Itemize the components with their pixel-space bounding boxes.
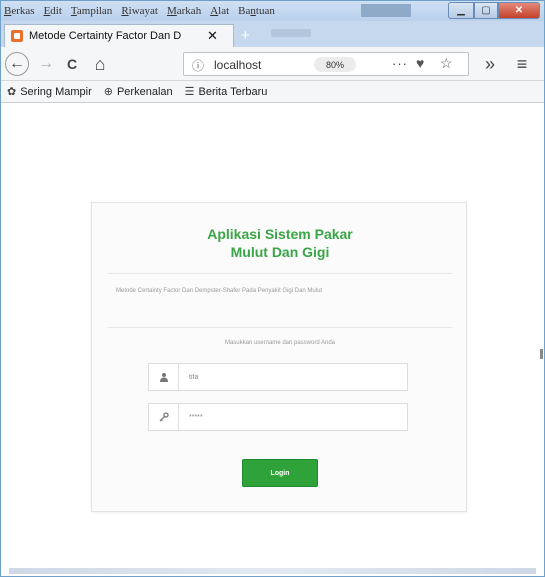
username-field[interactable]	[148, 363, 408, 391]
divider	[108, 327, 452, 328]
title-bar-blank	[361, 4, 411, 17]
app-description: Metode Certainty Factor Dan Dempster-Sha…	[116, 288, 323, 294]
tab-strip: Metode Certainty Factor Dan D ✕ +	[1, 21, 544, 47]
username-input[interactable]	[179, 373, 399, 381]
tab-title: Metode Certainty Factor Dan D	[29, 30, 182, 42]
login-panel: Aplikasi Sistem Pakar Mulut Dan Gigi Met…	[91, 202, 467, 512]
maximize-icon[interactable]: ▢	[474, 2, 498, 19]
menu-alat[interactable]: Alat	[210, 5, 229, 17]
menu-bantuan[interactable]: Bantuan	[238, 5, 275, 17]
more-actions-icon[interactable]: ···	[392, 56, 408, 71]
bookmark-sering-mampir[interactable]: ✿ Sering Mampir	[7, 85, 92, 99]
divider	[108, 273, 452, 274]
bookmarks-bar: ✿ Sering Mampir ⊕ Perkenalan ☰ Berita Te…	[1, 81, 544, 103]
forward-icon[interactable]: →	[35, 53, 57, 75]
new-tab-icon[interactable]: +	[241, 27, 250, 44]
navigation-bar: ← → C ⌂ ⓘ localhost 80% ··· ♥ ☆ » ≡	[1, 47, 544, 81]
tab-close-icon[interactable]: ✕	[207, 28, 218, 44]
back-icon[interactable]: ←	[5, 52, 29, 76]
hamburger-menu-icon[interactable]: ≡	[511, 53, 533, 75]
login-hint: Masukkan username dan password Anda	[224, 340, 336, 346]
rss-icon: ☰	[184, 86, 195, 98]
zoom-badge[interactable]: 80%	[314, 57, 356, 72]
key-icon	[149, 404, 179, 430]
taskbar-edge	[9, 568, 536, 574]
minimize-icon[interactable]: ▁	[448, 2, 474, 19]
info-icon[interactable]: ⓘ	[192, 57, 204, 74]
reload-icon[interactable]: C	[61, 53, 83, 75]
menu-tampilan[interactable]: Tampilan	[71, 5, 112, 17]
pocket-icon[interactable]: ♥	[416, 55, 424, 71]
menu-berkas[interactable]: Berkas	[4, 5, 35, 17]
globe-icon: ⊕	[103, 86, 113, 98]
browser-window: Berkas Edit Tampilan Riwayat Markah Alat…	[0, 0, 545, 577]
bookmark-label: Berita Terbaru	[198, 85, 268, 98]
bookmark-perkenalan[interactable]: ⊕ Perkenalan	[103, 85, 173, 99]
close-icon[interactable]: ✕	[498, 2, 540, 19]
scrollbar-marker[interactable]	[540, 349, 543, 359]
user-icon	[149, 364, 179, 390]
window-controls: ▁ ▢ ✕	[448, 2, 540, 19]
menu-riwayat[interactable]: Riwayat	[121, 5, 158, 17]
password-field[interactable]	[148, 403, 408, 431]
url-bar[interactable]: ⓘ localhost 80% ··· ♥ ☆	[183, 52, 469, 76]
app-title-line1: Aplikasi Sistem Pakar	[207, 226, 353, 242]
login-button[interactable]: Login	[242, 459, 318, 487]
home-icon[interactable]: ⌂	[89, 53, 111, 75]
app-title: Aplikasi Sistem Pakar Mulut Dan Gigi	[92, 225, 468, 261]
bookmark-label: Perkenalan	[116, 85, 173, 98]
favicon-icon	[11, 30, 23, 42]
bookmark-label: Sering Mampir	[20, 85, 92, 98]
url-text[interactable]: localhost	[214, 58, 261, 72]
app-title-line2: Mulut Dan Gigi	[230, 244, 330, 260]
overflow-icon[interactable]: »	[479, 53, 501, 75]
bookmark-star-icon[interactable]: ☆	[440, 55, 453, 72]
bookmark-berita-terbaru[interactable]: ☰ Berita Terbaru	[184, 85, 268, 99]
menu-edit[interactable]: Edit	[44, 5, 62, 17]
menu-markah[interactable]: Markah	[167, 5, 201, 17]
gear-icon: ✿	[7, 86, 17, 98]
password-input[interactable]	[179, 413, 399, 421]
tab-placeholder	[271, 29, 311, 37]
page-content: Aplikasi Sistem Pakar Mulut Dan Gigi Met…	[1, 104, 544, 576]
tab-active[interactable]: Metode Certainty Factor Dan D ✕	[4, 24, 234, 47]
